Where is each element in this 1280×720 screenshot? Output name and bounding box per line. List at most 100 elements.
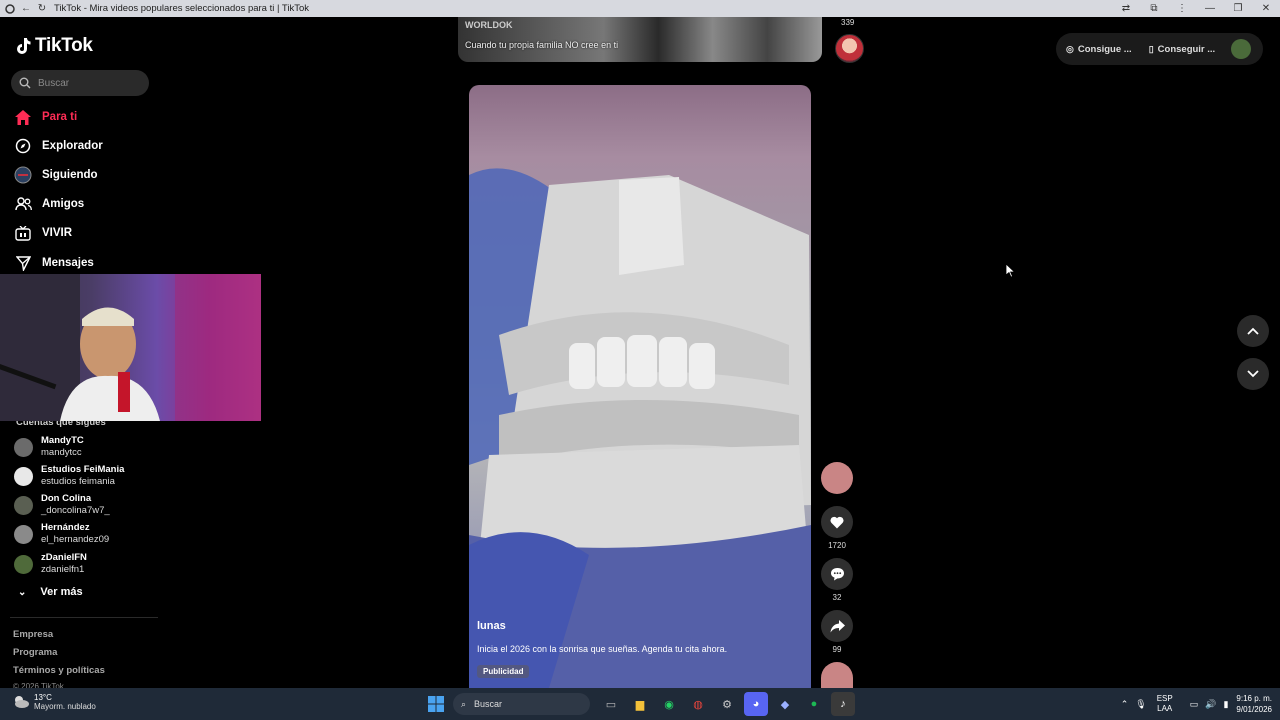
webcam-person-image: [0, 274, 261, 421]
previous-video-count: 339: [841, 18, 855, 27]
logo-text: TikTok: [35, 35, 93, 56]
previous-creator-avatar[interactable]: [835, 34, 864, 63]
creator-avatar-button[interactable]: [821, 462, 853, 494]
coin-icon: ◎: [1066, 43, 1074, 54]
previous-video-caption: Cuando tu propia familia NO cree en ti: [465, 40, 619, 50]
following-account[interactable]: Hernández el_hernandez09: [14, 522, 109, 546]
minimize-button[interactable]: —: [1196, 3, 1224, 14]
share-count: 99: [832, 645, 842, 654]
following-avatar-icon: [14, 166, 32, 184]
account-handle: zdanielfn1: [41, 564, 85, 575]
cloud-icon: [15, 696, 29, 708]
nav-siguiendo[interactable]: Siguiendo: [14, 166, 98, 184]
avatar: [14, 495, 33, 515]
back-arrow-icon[interactable]: ←: [20, 3, 32, 15]
tiktok-app-icon[interactable]: ♪: [831, 692, 855, 716]
account-name: Don Colina: [41, 493, 92, 504]
video-player[interactable]: lunas Inicia el 2026 con la sonrisa que …: [469, 85, 811, 688]
avatar: [14, 524, 33, 544]
nav-vivir[interactable]: VIVIR: [14, 224, 72, 242]
whatsapp-icon[interactable]: ◉: [657, 692, 681, 716]
following-account[interactable]: Don Colina _doncolina7w7_: [14, 493, 110, 517]
microphone-icon[interactable]: 🎙: [1135, 699, 1146, 710]
network-icon[interactable]: ▭: [1190, 699, 1199, 710]
windows-start-icon[interactable]: [424, 692, 448, 716]
nav-label: Amigos: [42, 198, 85, 210]
restore-button[interactable]: ❐: [1224, 3, 1252, 14]
heart-icon: [830, 516, 844, 528]
comment-button[interactable]: [821, 558, 853, 590]
nav-label: Mensajes: [42, 257, 94, 269]
volume-icon[interactable]: 🔊: [1205, 699, 1216, 710]
language-code: ESP: [1156, 694, 1173, 703]
previous-video[interactable]: WORLDOK Cuando tu propia familia NO cree…: [458, 17, 822, 62]
comment-count: 32: [832, 593, 842, 602]
get-coins-button[interactable]: ◎ Consigue ...: [1066, 44, 1132, 55]
music-disc-button[interactable]: [821, 662, 853, 688]
search-input[interactable]: [38, 77, 138, 89]
comment-icon: [830, 568, 844, 581]
chrome-icon[interactable]: ◍: [686, 692, 710, 716]
like-action[interactable]: 1720: [821, 506, 853, 550]
discord-icon[interactable]: ◕: [744, 692, 768, 716]
phone-icon: ▯: [1148, 43, 1154, 54]
extensions-icon[interactable]: ⧉: [1140, 3, 1168, 14]
nav-amigos[interactable]: Amigos: [14, 195, 84, 213]
file-explorer-icon[interactable]: ▆: [628, 692, 652, 716]
share-button[interactable]: [821, 610, 853, 642]
nav-explorador[interactable]: Explorador: [14, 137, 103, 155]
nav-para-ti[interactable]: Para ti: [14, 108, 77, 126]
language-indicator[interactable]: ESP LAA: [1157, 694, 1173, 714]
creator-avatar: [821, 462, 853, 494]
share-action[interactable]: 99: [821, 610, 853, 654]
get-app-button[interactable]: ▯ Conseguir ...: [1149, 44, 1216, 55]
previous-video-button[interactable]: [1237, 315, 1269, 347]
account-name: Estudios FeiMania: [41, 464, 125, 475]
avatar: [14, 554, 33, 574]
date: 9/01/2026: [1236, 705, 1272, 714]
weather-widget[interactable]: 13°C Mayorm. nublado: [12, 693, 96, 711]
following-account[interactable]: MandyTC mandytcc: [14, 435, 84, 459]
get-coins-label: Consigue ...: [1077, 43, 1132, 55]
spotify-icon[interactable]: ●: [802, 692, 826, 716]
menu-dots-icon[interactable]: ⋮: [1168, 3, 1196, 14]
avatar: [14, 437, 33, 457]
task-view-icon[interactable]: ▭: [599, 692, 623, 716]
divider: [10, 617, 158, 618]
reload-icon[interactable]: ↻: [36, 3, 48, 15]
following-account[interactable]: Estudios FeiMania estudios feimania: [14, 464, 124, 488]
tray-expand-icon[interactable]: ⌃: [1121, 699, 1129, 710]
footer-link-programa[interactable]: Programa: [13, 647, 57, 658]
settings-icon[interactable]: ⚙: [715, 692, 739, 716]
nav-mensajes[interactable]: Mensajes: [14, 254, 94, 272]
time: 9:16 p. m.: [1236, 694, 1272, 703]
like-button[interactable]: [821, 506, 853, 538]
footer-link-terminos[interactable]: Términos y políticas: [13, 665, 105, 676]
see-more-button[interactable]: ⌄ Ver más: [18, 586, 83, 598]
layout-code: LAA: [1157, 704, 1173, 713]
translate-icon[interactable]: ⇄: [1112, 3, 1140, 14]
taskbar-search[interactable]: ⌕ Buscar: [453, 693, 590, 715]
live-tv-icon: [14, 224, 32, 242]
friends-icon: [14, 195, 32, 213]
close-button[interactable]: ✕: [1252, 3, 1280, 14]
following-account[interactable]: zDanielFN zdanielfn1: [14, 552, 87, 576]
share-icon: [830, 619, 845, 632]
next-video-button[interactable]: [1237, 358, 1269, 390]
battery-icon[interactable]: ▮: [1223, 699, 1228, 710]
mouse-cursor-icon: [1006, 264, 1016, 278]
search-box[interactable]: [11, 70, 149, 96]
comment-action[interactable]: 32: [821, 558, 853, 602]
account-name: MandyTC: [41, 435, 84, 446]
account-name: Hernández: [41, 522, 90, 533]
video-username[interactable]: lunas: [477, 620, 506, 632]
profile-avatar[interactable]: [1231, 39, 1252, 59]
account-handle: _doncolina7w7_: [41, 505, 110, 516]
tiktok-logo[interactable]: TikTok: [15, 35, 93, 57]
clock[interactable]: 9:16 p. m. 9/01/2026: [1236, 693, 1272, 715]
app-launcher-icon[interactable]: ◆: [773, 692, 797, 716]
footer-link-empresa[interactable]: Empresa: [13, 629, 53, 640]
compass-icon: [14, 137, 32, 155]
nav-label: Explorador: [42, 140, 103, 152]
dental-model-image: [469, 168, 811, 688]
